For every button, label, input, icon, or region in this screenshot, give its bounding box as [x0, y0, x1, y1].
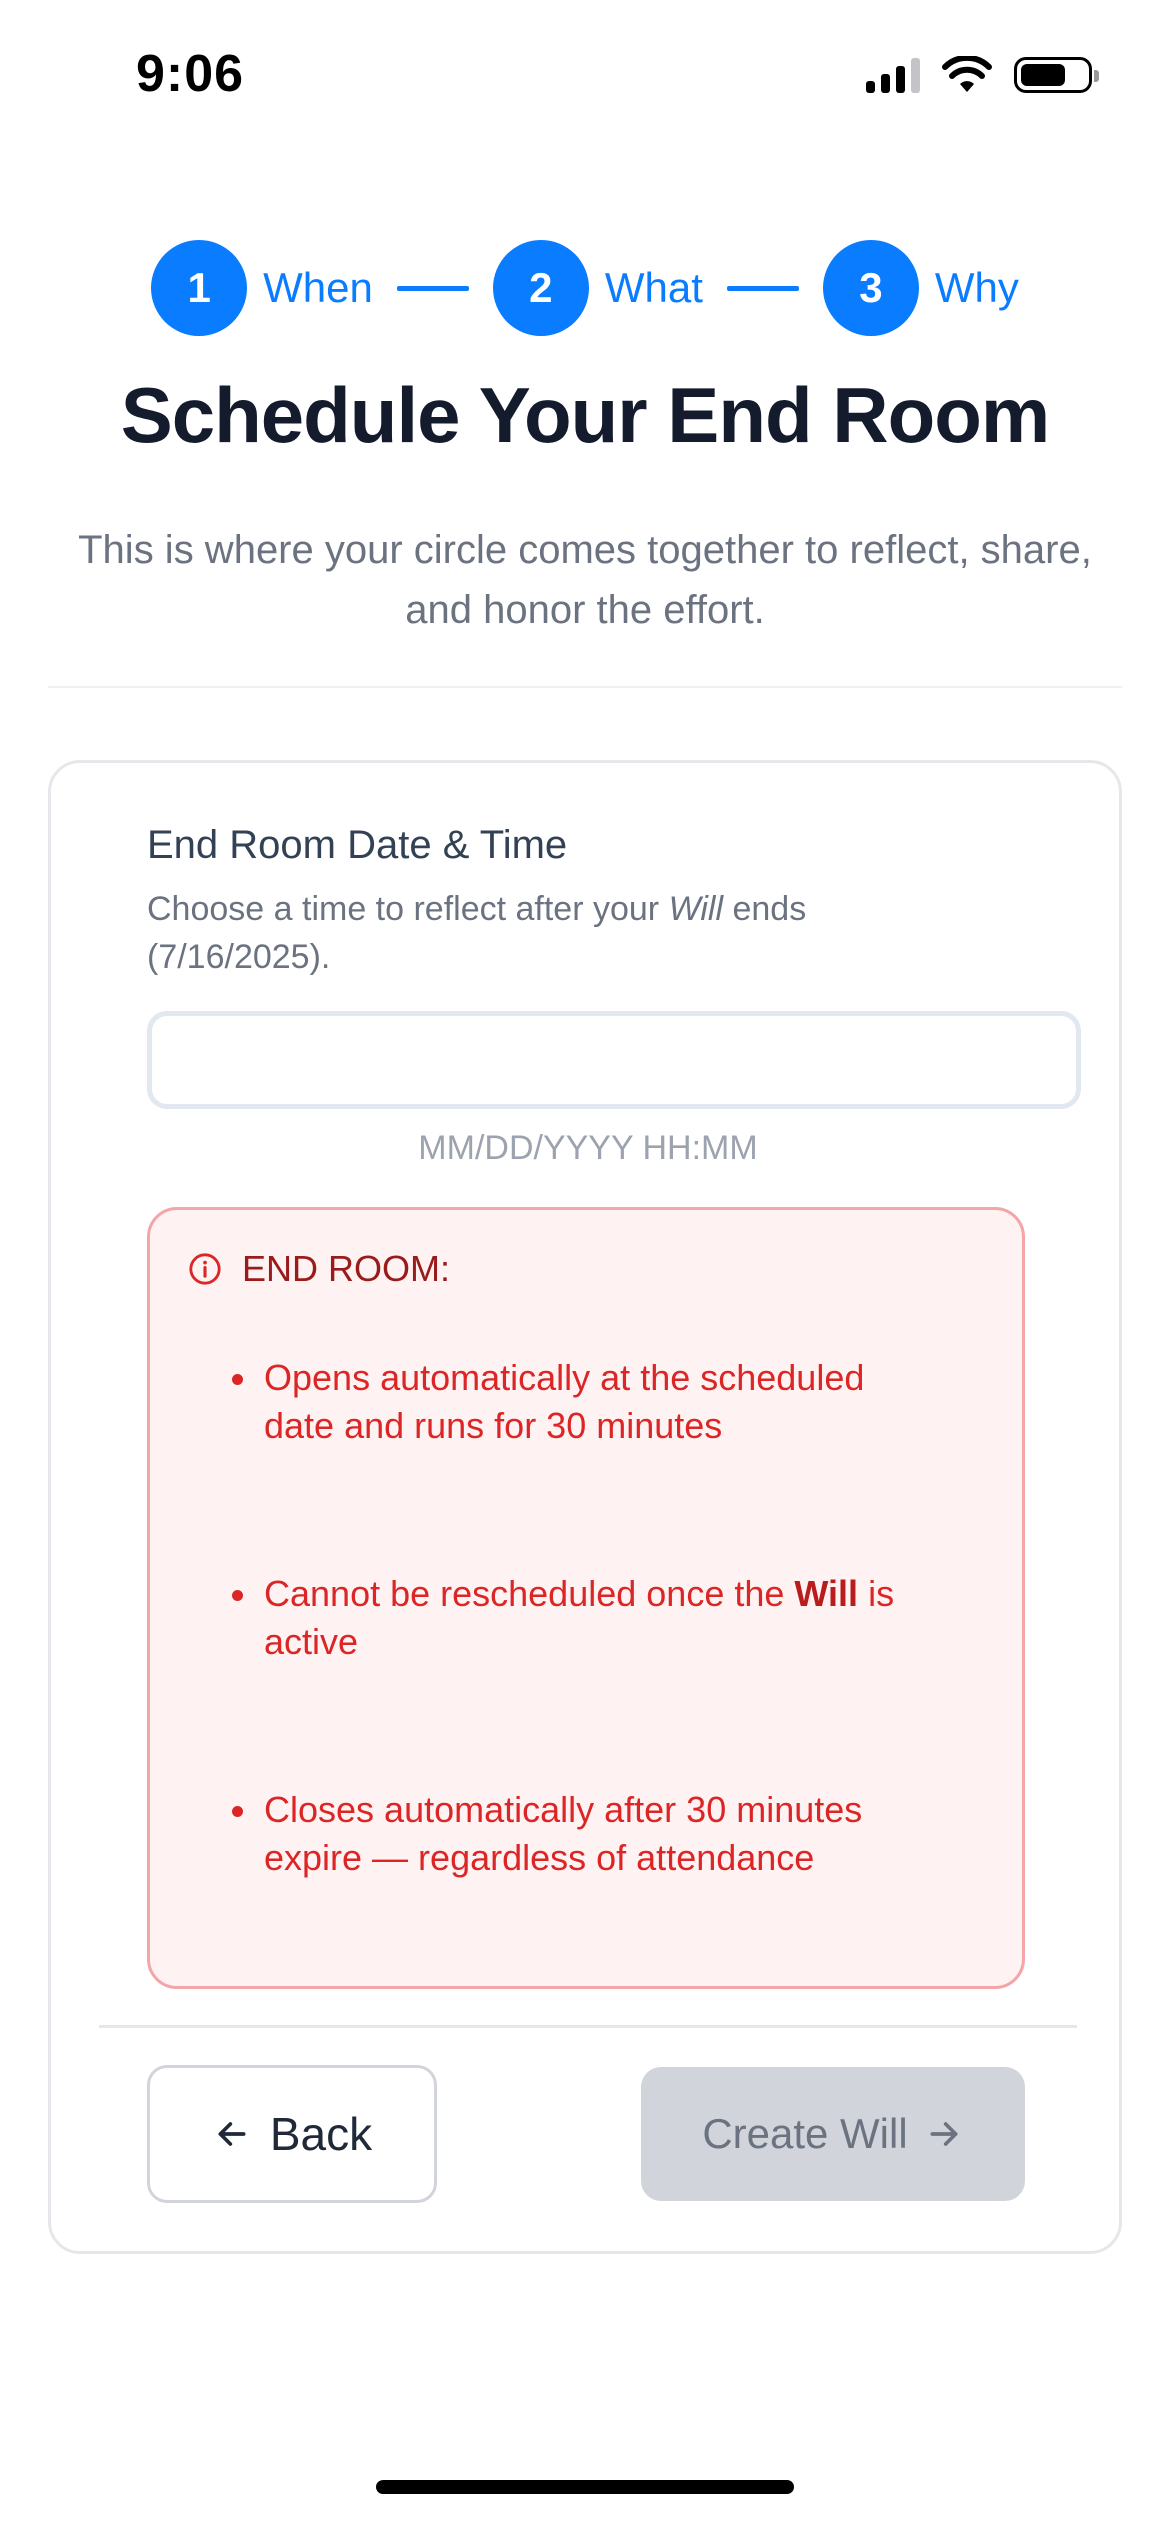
- alert-item: Cannot be rescheduled once the Will is a…: [230, 1570, 930, 1666]
- alert-item: Closes automatically after 30 minutes ex…: [230, 1786, 930, 1882]
- step-label: When: [263, 264, 373, 311]
- end-room-alert: END ROOM: Opens automatically at the sch…: [147, 1207, 1025, 1989]
- step-what[interactable]: 2 What: [492, 240, 703, 336]
- signal-icon: [866, 57, 920, 93]
- step-connector: [396, 285, 469, 291]
- datetime-input[interactable]: [147, 1011, 1081, 1109]
- alert-title: END ROOM:: [242, 1248, 451, 1289]
- step-number: 2: [492, 240, 589, 336]
- screen: 9:06 1 When 2 What 3 Why Schedule Your E…: [0, 0, 1170, 2532]
- arrow-right-icon: [930, 2122, 958, 2146]
- page-subtitle: This is where your circle comes together…: [78, 528, 1092, 632]
- arrow-left-icon: [218, 2122, 246, 2146]
- wifi-icon: [942, 56, 992, 92]
- datetime-format-hint: MM/DD/YYYY HH:MM: [418, 1129, 758, 1167]
- alert-item-bold: Will: [794, 1573, 859, 1614]
- step-when[interactable]: 1 When: [151, 240, 373, 336]
- alert-header: END ROOM:: [188, 1248, 450, 1290]
- status-icons: [866, 56, 1099, 94]
- battery-icon: [1014, 57, 1099, 93]
- status-time: 9:06: [136, 45, 245, 103]
- create-will-button[interactable]: Create Will: [641, 2067, 1025, 2201]
- step-connector: [726, 285, 799, 291]
- back-button-label: Back: [269, 2108, 373, 2160]
- card-divider: [99, 2025, 1077, 2028]
- home-indicator[interactable]: [376, 2480, 794, 2494]
- step-number: 1: [151, 240, 248, 336]
- datetime-label: End Room Date & Time: [147, 823, 568, 867]
- back-button[interactable]: Back: [147, 2065, 437, 2203]
- step-label: Why: [934, 264, 1019, 311]
- stepper: 1 When 2 What 3 Why: [0, 240, 1170, 336]
- help-prefix: Choose a time to reflect after your: [147, 890, 669, 928]
- info-icon: [189, 1253, 221, 1285]
- page-title: Schedule Your End Room: [120, 371, 1051, 459]
- status-bar: 9:06: [0, 0, 1170, 150]
- datetime-help: Choose a time to reflect after your Will…: [147, 885, 947, 981]
- help-emphasis: Will: [668, 890, 724, 928]
- step-why[interactable]: 3 Why: [822, 240, 1019, 336]
- alert-item-prefix: Cannot be rescheduled once the: [264, 1573, 795, 1614]
- schedule-card: End Room Date & Time Choose a time to re…: [48, 760, 1122, 2254]
- step-label: What: [604, 264, 703, 311]
- step-number: 3: [822, 240, 919, 336]
- alert-list: Opens automatically at the scheduled dat…: [230, 1354, 930, 2002]
- create-button-label: Create Will: [702, 2110, 908, 2157]
- alert-item: Opens automatically at the scheduled dat…: [230, 1354, 930, 1450]
- header-divider: [48, 686, 1122, 688]
